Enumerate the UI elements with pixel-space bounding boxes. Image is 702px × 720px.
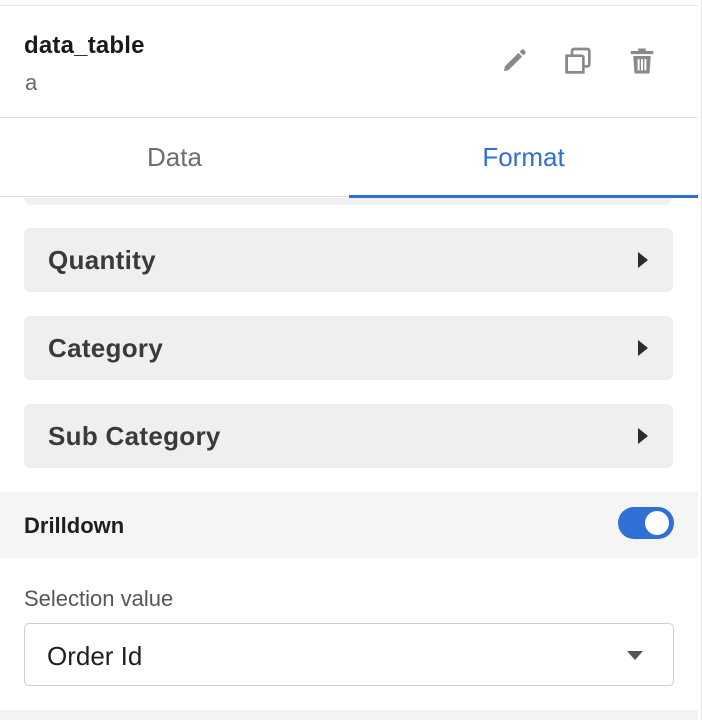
selection-value-dropdown[interactable]: Order Id <box>24 623 674 686</box>
section-label: Quantity <box>48 245 156 275</box>
section-label: Sub Category <box>48 421 221 451</box>
caret-right-icon <box>638 252 648 268</box>
properties-panel: data_table a Data Format Quantity Catego… <box>0 0 702 720</box>
edit-icon[interactable] <box>497 44 531 78</box>
drilldown-row: Drilldown <box>0 492 698 558</box>
widget-title: data_table <box>24 32 145 59</box>
delete-icon[interactable] <box>625 44 659 78</box>
tab-bar: Data Format <box>0 118 698 198</box>
section-quantity[interactable]: Quantity <box>24 228 673 292</box>
caret-right-icon <box>638 340 648 356</box>
section-category[interactable]: Category <box>24 316 673 380</box>
section-label: Category <box>48 333 164 363</box>
next-section-edge <box>0 710 698 720</box>
toggle-knob <box>645 511 669 535</box>
caret-right-icon <box>638 428 648 444</box>
section-sub-category[interactable]: Sub Category <box>24 404 673 468</box>
selection-value-label: Selection value <box>24 586 174 611</box>
section-card-partial <box>24 198 672 205</box>
panel-header: data_table a <box>0 6 698 118</box>
copy-icon[interactable] <box>561 44 595 78</box>
widget-subtitle: a <box>25 70 38 95</box>
drilldown-label: Drilldown <box>24 513 125 538</box>
tab-data[interactable]: Data <box>0 118 349 196</box>
tab-format[interactable]: Format <box>349 118 698 198</box>
format-content: Quantity Category Sub Category Drilldown… <box>0 198 698 720</box>
drilldown-toggle[interactable] <box>618 507 674 539</box>
chevron-down-icon <box>627 651 643 660</box>
selection-value-text: Order Id <box>47 641 143 671</box>
